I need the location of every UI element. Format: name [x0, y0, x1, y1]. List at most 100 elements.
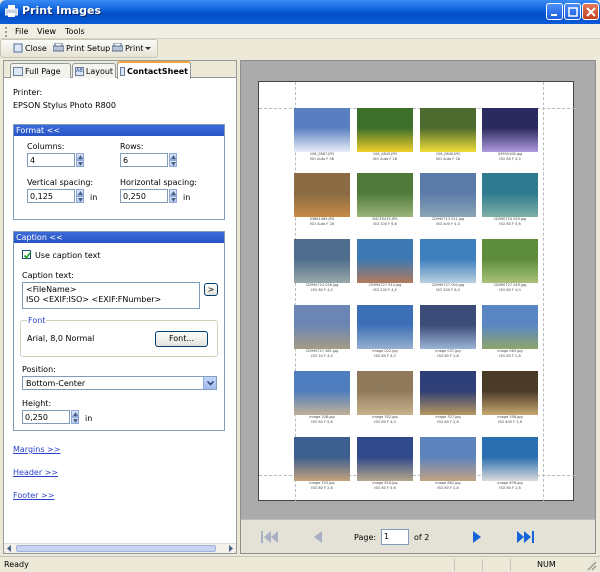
thumbnail: DSCF0415.JPG ISO 100 F 6,6: [356, 173, 414, 227]
close-window-button[interactable]: [582, 3, 599, 20]
format-header[interactable]: Format <<: [14, 125, 224, 136]
thumbnail: CD990727 081.jpg ISO 50 F 4,0: [293, 305, 351, 359]
footer-link[interactable]: Footer >>: [13, 491, 54, 500]
tab-layout[interactable]: AB Layout: [72, 63, 116, 78]
horizontal-scrollbar[interactable]: [4, 543, 236, 553]
thumbnail: image 327.jpg ISO 80 F 2,8: [419, 371, 477, 425]
rows-input[interactable]: 6: [120, 153, 168, 167]
height-label: Height:: [22, 399, 52, 408]
font-button[interactable]: Font...: [155, 331, 208, 347]
height-spinner[interactable]: [71, 410, 79, 424]
thumbnail: CD990727 014.jpg ISO 200 F 4,0: [356, 239, 414, 293]
thumbnail-image: [420, 108, 476, 152]
previous-page-icon[interactable]: [313, 530, 323, 544]
hspacing-spinner[interactable]: [169, 189, 177, 203]
thumbnail-caption: ISO 80 F 2,8: [437, 354, 459, 358]
thumbnail-image: [357, 437, 413, 481]
page-number-input[interactable]: 1: [381, 529, 409, 545]
title-bar[interactable]: Print Images: [0, 0, 600, 24]
thumbnail-image: [294, 173, 350, 217]
arrow-up-icon: [171, 155, 176, 159]
preview-page: 106_0887.JPG ISO Auto F 98 106_0843.JPG ISO…: [258, 81, 575, 502]
menubar-grip: [5, 27, 7, 37]
scroll-left-icon[interactable]: [6, 545, 13, 552]
margin-guide-right: [543, 82, 544, 502]
vspacing-input[interactable]: 0,125: [27, 189, 75, 203]
thumbnail-image: [357, 108, 413, 152]
hspacing-unit: in: [183, 193, 191, 202]
position-select[interactable]: Bottom-Center: [22, 376, 217, 390]
columns-label: Columns:: [27, 142, 65, 151]
menu-file[interactable]: File: [15, 27, 28, 36]
maximize-button[interactable]: [564, 3, 581, 20]
thumbnail-image: [482, 437, 538, 481]
print-button[interactable]: Print: [112, 43, 152, 53]
next-page-icon[interactable]: [472, 530, 482, 544]
use-caption-checkbox[interactable]: [22, 250, 32, 259]
thumbnail-caption: ISO Auto F 28: [436, 157, 460, 161]
chevron-down-icon[interactable]: [145, 45, 152, 51]
thumbnail: image 037.jpg ISO 80 F 2,8: [419, 305, 477, 359]
close-label: Close: [25, 43, 47, 53]
thumbnail: CD990713 011.jpg ISO 400 F 4,0: [419, 173, 477, 227]
thumbnail-image: [420, 371, 476, 415]
status-bar: Ready NUM: [0, 556, 600, 572]
margins-link[interactable]: Margins >>: [13, 445, 60, 454]
first-page-icon[interactable]: [261, 530, 279, 544]
thumbnail-image: [482, 305, 538, 349]
resize-grip-icon[interactable]: [586, 560, 597, 571]
tab-contactsheet[interactable]: ContactSheet: [117, 61, 191, 79]
thumbnail-image: [294, 437, 350, 481]
thumbnail-caption: ISO 80 F 2,8: [499, 354, 521, 358]
scroll-thumb[interactable]: [16, 545, 216, 552]
tab-full-page[interactable]: Full Page: [10, 63, 71, 78]
caption-text-input[interactable]: <FileName> ISO <EXIF:ISO> <EXIF:FNumber>: [22, 282, 200, 309]
header-link[interactable]: Header >>: [13, 468, 58, 477]
thumbnail-caption: ISO 80 F 4,5: [499, 157, 521, 161]
thumbnail-caption: ISO 80 F 4,0: [374, 354, 396, 358]
vspacing-spinner[interactable]: [76, 189, 84, 203]
columns-input[interactable]: 4: [27, 153, 75, 167]
thumbnail-image: [420, 437, 476, 481]
thumbnail: 03661465.JPG ISO Auto F 28: [293, 173, 351, 227]
caption-header[interactable]: Caption <<: [14, 232, 224, 243]
menu-view[interactable]: View: [37, 27, 56, 36]
insert-field-button[interactable]: >: [204, 283, 218, 296]
height-input[interactable]: 0,250: [22, 410, 70, 424]
last-page-icon[interactable]: [516, 530, 534, 544]
thumbnail: image 022.jpg ISO 80 F 4,0: [356, 305, 414, 359]
thumbnail-caption: ISO Auto F 28: [373, 157, 397, 161]
vspacing-label: Vertical spacing:: [27, 178, 94, 187]
menu-tools[interactable]: Tools: [65, 27, 85, 36]
scroll-right-icon[interactable]: [227, 545, 234, 552]
use-caption-label[interactable]: Use caption text: [35, 251, 101, 260]
arrow-down-icon: [171, 162, 176, 166]
status-cell-2: [482, 559, 510, 571]
caption-text-line2: ISO <EXIF:ISO> <EXIF:FNumber>: [26, 295, 162, 304]
minimize-button[interactable]: [546, 3, 563, 20]
arrow-down-icon: [171, 198, 176, 202]
hspacing-label: Horizontal spacing:: [120, 178, 198, 187]
chevron-down-icon: [206, 380, 215, 386]
arrow-down-icon: [78, 162, 83, 166]
print-setup-label: Print Setup: [66, 43, 111, 53]
thumbnail: image 358.jpg ISO 400 F 2,8: [481, 371, 539, 425]
print-preview-pane: 106_0887.JPG ISO Auto F 98 106_0843.JPG ISO…: [240, 60, 596, 554]
page-total: of 2: [414, 533, 430, 542]
close-button[interactable]: Close: [13, 43, 47, 53]
hspacing-input[interactable]: 0,250: [120, 189, 168, 203]
minimize-icon: [551, 14, 557, 16]
columns-spinner[interactable]: [76, 153, 84, 167]
thumbnail-caption: ISO 200 F 8,0: [436, 288, 460, 292]
thumbnail-caption: ISO 80 F 5,6: [374, 486, 396, 490]
thumbnail-image: [482, 173, 538, 217]
thumbnail: 106_0887.JPG ISO Auto F 98: [293, 108, 351, 162]
dropdown-arrow[interactable]: [203, 377, 216, 389]
print-setup-button[interactable]: Print Setup: [53, 43, 110, 53]
thumbnail-image: [482, 239, 538, 283]
thumbnail-image: [420, 173, 476, 217]
thumbnail: 106_0843.JPG ISO Auto F 28: [356, 108, 414, 162]
print-label: Print: [125, 43, 144, 53]
rows-spinner[interactable]: [169, 153, 177, 167]
thumbnail: image 703.jpg ISO 80 F 2,8: [293, 437, 351, 491]
